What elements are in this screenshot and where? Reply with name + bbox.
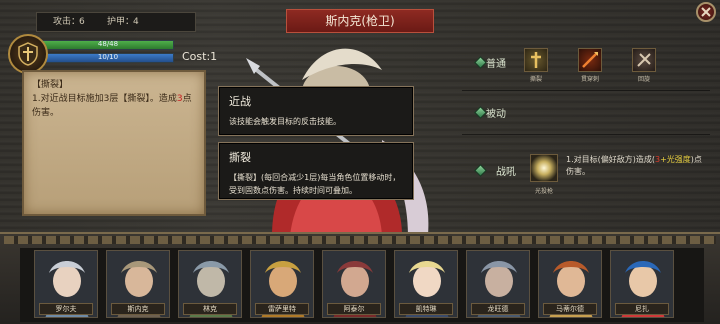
description-title: 【撕裂】 [32,80,69,90]
spear-icon[interactable] [578,48,602,72]
roster-card[interactable]: 斯内克 [106,250,170,318]
normal-gem-icon [474,56,487,69]
roster-name: 雷萨里特 [255,303,309,315]
roster-name: 阿泰尔 [327,303,381,315]
skill-caption-0: 撕裂 [529,76,542,83]
roster-chain-trim [4,236,716,244]
roster-name: 斯内克 [111,303,165,315]
hp-value: 48/48 [97,40,119,48]
hero-portrait [232,40,442,236]
battlecry-label: 战吼 [496,167,516,178]
close-button[interactable] [696,2,716,22]
battlecry-caption: 光投枪 [534,188,553,195]
roster-card[interactable]: 龙旺德 [466,250,530,318]
attack-value: 6 [79,17,85,27]
tear-title: 撕裂 [229,151,251,164]
cost-label: Cost:1 [182,50,218,63]
skill-description-panel: 【撕裂】 1.对近战目标施加3层【撕裂】。造成3点伤害。 [22,70,206,216]
armor-value: 4 [133,17,139,27]
battlecry-gem-icon [474,164,487,177]
melee-desc: 该技能会触发目标的反击技能。 [229,117,341,126]
light-spear-icon[interactable] [530,154,558,182]
passive-gem-icon [474,106,487,119]
battlecry-highlight-yel: +光强度 [660,155,691,164]
skill-caption-1: 贯穿刺 [580,76,599,83]
class-emblem-icon [8,34,48,74]
description-text: 1.对近战目标施加3层【撕裂】。造成 [32,94,177,104]
passive-label: 被动 [486,109,506,120]
roster-name: 龙旺德 [471,303,525,315]
roster-card[interactable]: 罗尔夫 [34,250,98,318]
stats-bar: 攻击： 6 护甲： 4 [36,12,196,32]
melee-info-box: 近战 该技能会触发目标的反击技能。 [218,86,414,136]
tear-desc: 【撕裂】(每回合减少1层)每当角色位置移动时，受到固数点伤害。持续时间可叠加。 [229,173,401,195]
mp-value: 10/10 [97,53,119,61]
roster-card[interactable]: 尼扎 [610,250,674,318]
roster-name: 凯特琳 [399,303,453,315]
roster-card[interactable]: 凯特琳 [394,250,458,318]
skill-caption-2: 回旋 [637,76,650,83]
tear-info-box: 撕裂 【撕裂】(每回合减少1层)每当角色位置移动时，受到固数点伤害。持续时间可叠… [218,142,414,200]
skills-panel: 普通 撕裂 贯穿刺 回旋 被动 战吼 光投枪 1.对目标(偏好敌方)造成(3+光… [462,42,714,218]
row-divider [462,134,710,135]
normal-label: 普通 [486,59,506,70]
armor-label: 护甲： [107,17,135,27]
roster-list: 罗尔夫 斯内克 林克 雷萨里特 阿泰尔 凯特琳 龙旺德 马蒂尔德 尼扎 [20,248,704,322]
roster-name: 林克 [183,303,237,315]
resource-bars: 48/48 10/10 [42,40,174,66]
battlecry-text-pre: 1.对目标(偏好敌方)造成( [566,155,655,164]
roster-card[interactable]: 阿泰尔 [322,250,386,318]
battlecry-text: 1.对目标(偏好敌方)造成(3+光强度)点伤害。 [566,154,706,178]
hp-bar: 48/48 [42,40,174,50]
attack-label: 攻击： [53,17,81,27]
row-divider [462,90,710,91]
spin-icon[interactable] [632,48,656,72]
sword-cross-icon[interactable] [524,48,548,72]
mp-bar: 10/10 [42,53,174,63]
roster-card[interactable]: 林克 [178,250,242,318]
roster-card[interactable]: 雷萨里特 [250,250,314,318]
roster-name: 尼扎 [615,303,669,315]
character-name-banner: 斯内克(枪卫) [286,9,434,33]
roster-name: 罗尔夫 [39,303,93,315]
roster-name: 马蒂尔德 [543,303,597,315]
melee-title: 近战 [229,95,251,108]
close-icon [701,7,711,17]
hero-roster: 罗尔夫 斯内克 林克 雷萨里特 阿泰尔 凯特琳 龙旺德 马蒂尔德 尼扎 [0,232,720,324]
roster-card[interactable]: 马蒂尔德 [538,250,602,318]
description-body: 1.对近战目标施加3层【撕裂】。造成3点伤害。 [32,92,196,120]
